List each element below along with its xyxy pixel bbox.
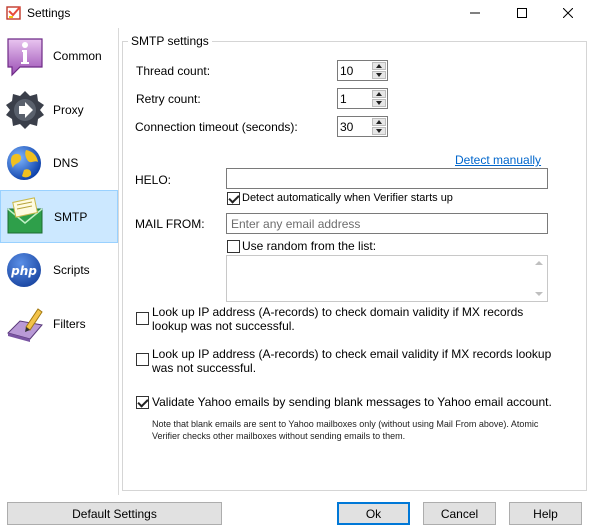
lookup-email-validity-label-cont: was not successful. (152, 361, 257, 375)
sidebar-item-common[interactable]: Common (0, 30, 118, 83)
arrow-up-icon (376, 120, 382, 124)
connection-timeout-input[interactable] (340, 119, 370, 134)
settings-sidebar: Common Proxy DNS SMTP php Scripts Filter… (0, 28, 119, 495)
info-icon (7, 38, 43, 77)
spin-up-button[interactable] (372, 90, 386, 98)
php-icon: php (7, 253, 41, 287)
retry-count-input[interactable] (340, 91, 370, 106)
spin-up-button[interactable] (372, 118, 386, 126)
spin-down-button[interactable] (372, 99, 386, 107)
detect-manually-link[interactable]: Detect manually (455, 153, 541, 167)
thread-count-label: Thread count: (136, 64, 211, 78)
arrow-up-icon (376, 64, 382, 68)
sidebar-item-label: DNS (53, 156, 79, 170)
mail-from-field[interactable] (226, 213, 548, 234)
globe-icon (7, 146, 41, 180)
proxy-arrow-icon (6, 91, 44, 129)
sidebar-item-smtp[interactable]: SMTP (0, 190, 118, 243)
sidebar-item-label: Common (53, 49, 102, 63)
scroll-down-icon (535, 292, 543, 296)
ok-button[interactable]: Ok (337, 502, 410, 525)
spin-up-button[interactable] (372, 62, 386, 70)
envelope-icon (7, 197, 43, 234)
lookup-domain-validity-label: Look up IP address (A-records) to check … (152, 305, 524, 319)
arrow-down-icon (376, 101, 382, 105)
connection-timeout-label: Connection timeout (seconds): (135, 120, 298, 134)
lookup-domain-validity-label-cont: lookup was not successful. (152, 319, 295, 333)
lookup-email-validity-label: Look up IP address (A-records) to check … (152, 347, 552, 361)
settings-app-icon (6, 6, 21, 20)
mail-from-label: MAIL FROM: (135, 217, 205, 231)
filter-pencil-icon (7, 308, 43, 342)
yahoo-note-line-1: Note that blank emails are sent to Yahoo… (152, 419, 539, 429)
retry-count-label: Retry count: (136, 92, 201, 106)
svg-text:php: php (10, 264, 37, 278)
scroll-up-icon (535, 261, 543, 265)
lookup-domain-validity-checkbox[interactable] (136, 312, 149, 325)
maximize-icon (517, 8, 527, 18)
validate-yahoo-label: Validate Yahoo emails by sending blank m… (152, 395, 552, 409)
mail-from-input[interactable] (227, 214, 547, 233)
maximize-button[interactable] (499, 0, 545, 26)
thread-count-spinner[interactable] (337, 60, 388, 81)
sidebar-item-label: Scripts (53, 263, 90, 277)
sidebar-item-scripts[interactable]: php Scripts (0, 244, 118, 297)
help-button[interactable]: Help (509, 502, 582, 525)
helo-input[interactable] (227, 169, 547, 188)
use-random-label: Use random from the list: (242, 239, 377, 253)
sidebar-item-dns[interactable]: DNS (0, 137, 118, 190)
validate-yahoo-checkbox[interactable] (136, 396, 149, 409)
smtp-group-title: SMTP settings (128, 34, 212, 48)
detect-automatically-label: Detect automatically when Verifier start… (242, 192, 453, 204)
detect-automatically-checkbox[interactable] (227, 192, 240, 205)
sidebar-item-label: Filters (53, 317, 86, 331)
arrow-down-icon (376, 73, 382, 77)
close-button[interactable] (545, 0, 589, 26)
window-title: Settings (27, 6, 71, 20)
close-icon (563, 8, 573, 18)
helo-field[interactable] (226, 168, 548, 189)
helo-label: HELO: (135, 173, 172, 187)
minimize-button[interactable] (452, 0, 498, 26)
retry-count-spinner[interactable] (337, 88, 388, 109)
arrow-down-icon (376, 129, 382, 133)
list-scrollbar[interactable] (530, 256, 547, 301)
yahoo-note-line-2: Verifier checks other mailboxes without … (152, 431, 406, 441)
cancel-button[interactable]: Cancel (423, 502, 496, 525)
arrow-up-icon (376, 92, 382, 96)
lookup-email-validity-checkbox[interactable] (136, 353, 149, 366)
spin-down-button[interactable] (372, 71, 386, 79)
thread-count-input[interactable] (340, 63, 370, 78)
minimize-icon (470, 12, 480, 14)
title-bar: Settings (0, 0, 589, 26)
sidebar-item-proxy[interactable]: Proxy (0, 84, 118, 137)
sidebar-item-filters[interactable]: Filters (0, 298, 118, 351)
spin-down-button[interactable] (372, 127, 386, 135)
sidebar-item-label: SMTP (54, 210, 88, 224)
use-random-checkbox[interactable] (227, 240, 240, 253)
default-settings-button[interactable]: Default Settings (7, 502, 222, 525)
connection-timeout-spinner[interactable] (337, 116, 388, 137)
random-email-list[interactable] (226, 255, 548, 302)
sidebar-item-label: Proxy (53, 103, 84, 117)
